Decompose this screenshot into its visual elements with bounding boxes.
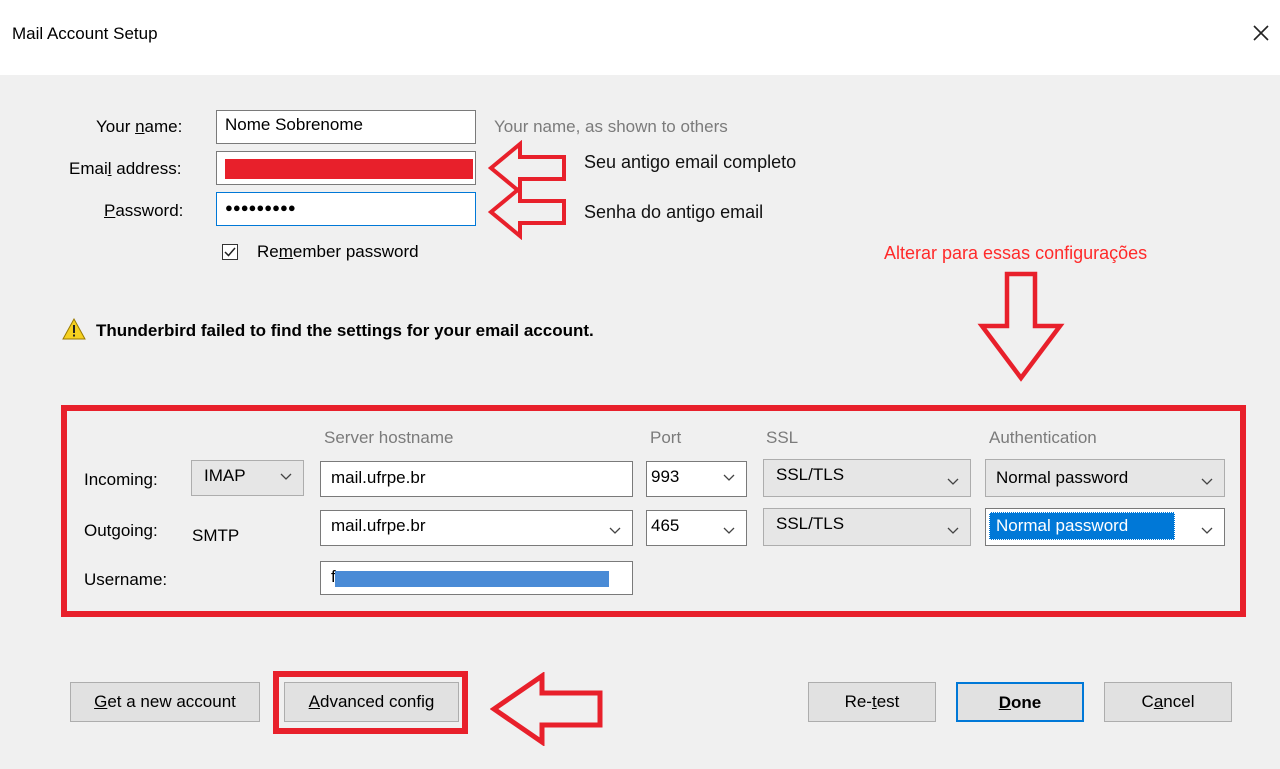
outgoing-ssl-select[interactable]: SSL/TLS <box>763 508 971 546</box>
incoming-port-select[interactable]: 993 <box>646 461 747 497</box>
advanced-config-button[interactable]: Advanced config <box>284 682 459 722</box>
chevron-down-icon <box>723 527 735 534</box>
password-input[interactable]: ●●●●●●●●● <box>216 192 476 226</box>
password-label: Password: <box>104 201 184 220</box>
username-input[interactable]: f <box>320 561 633 595</box>
incoming-protocol-select[interactable]: IMAP <box>191 460 304 496</box>
close-icon[interactable] <box>1250 22 1272 44</box>
incoming-protocol-value: IMAP <box>204 466 246 485</box>
incoming-auth-value: Normal password <box>996 468 1129 487</box>
incoming-hostname-value: mail.ufrpe.br <box>331 468 426 487</box>
email-input[interactable] <box>216 151 476 185</box>
remember-checkbox[interactable] <box>222 244 238 260</box>
outgoing-hostname-select[interactable]: mail.ufrpe.br <box>320 510 633 546</box>
window-title: Mail Account Setup <box>12 24 158 43</box>
header-auth: Authentication <box>989 428 1097 447</box>
outgoing-auth-value: Normal password <box>989 512 1175 540</box>
header-ssl: SSL <box>766 428 799 447</box>
chevron-down-icon <box>1201 527 1213 534</box>
name-label: Your name: <box>96 117 183 136</box>
username-redaction <box>335 571 609 587</box>
chevron-down-icon <box>947 478 959 485</box>
chevron-down-icon <box>609 527 621 534</box>
username-label: Username: <box>84 570 168 589</box>
name-hint: Your name, as shown to others <box>494 117 728 136</box>
title-bar <box>0 0 1280 75</box>
chevron-down-icon <box>1201 478 1213 485</box>
warning-message: Thunderbird failed to find the settings … <box>96 321 594 340</box>
outgoing-protocol: SMTP <box>192 526 240 545</box>
email-annotation: Seu antigo email completo <box>584 152 797 172</box>
outgoing-port-select[interactable]: 465 <box>646 510 747 546</box>
incoming-auth-select[interactable]: Normal password <box>985 459 1225 497</box>
incoming-port-value: 993 <box>651 467 680 486</box>
outgoing-hostname-value: mail.ufrpe.br <box>331 516 426 535</box>
outgoing-auth-select[interactable]: Normal password <box>985 508 1225 546</box>
settings-annotation: Alterar para essas configurações <box>884 243 1148 263</box>
email-label: Email address: <box>69 159 182 178</box>
outgoing-port-value: 465 <box>651 516 680 535</box>
header-port: Port <box>650 428 682 447</box>
incoming-hostname-input[interactable]: mail.ufrpe.br <box>320 461 633 497</box>
incoming-ssl-value: SSL/TLS <box>776 465 845 484</box>
email-redaction <box>225 159 473 179</box>
done-button[interactable]: Done <box>956 682 1084 722</box>
header-hostname: Server hostname <box>324 428 454 447</box>
checkmark-icon <box>224 247 236 257</box>
arrow-down-icon <box>976 270 1066 389</box>
warning-icon <box>62 317 86 345</box>
cancel-button[interactable]: Cancel <box>1104 682 1232 722</box>
chevron-down-icon <box>947 527 959 534</box>
remember-label[interactable]: Remember password <box>257 242 419 262</box>
chevron-down-icon <box>280 473 292 480</box>
password-value: ●●●●●●●●● <box>225 200 296 215</box>
incoming-label: Incoming: <box>84 470 158 489</box>
name-input-value: Nome Sobrenome <box>225 115 363 134</box>
incoming-ssl-select[interactable]: SSL/TLS <box>763 459 971 497</box>
arrow-left-icon <box>489 671 606 751</box>
password-annotation: Senha do antigo email <box>584 202 764 222</box>
outgoing-label: Outgoing: <box>84 521 158 540</box>
name-input[interactable]: Nome Sobrenome <box>216 110 476 144</box>
arrow-left-icon <box>487 183 568 245</box>
get-new-account-button[interactable]: Get a new account <box>70 682 260 722</box>
retest-button[interactable]: Re-test <box>808 682 936 722</box>
chevron-down-icon <box>723 474 735 481</box>
outgoing-ssl-value: SSL/TLS <box>776 514 845 533</box>
